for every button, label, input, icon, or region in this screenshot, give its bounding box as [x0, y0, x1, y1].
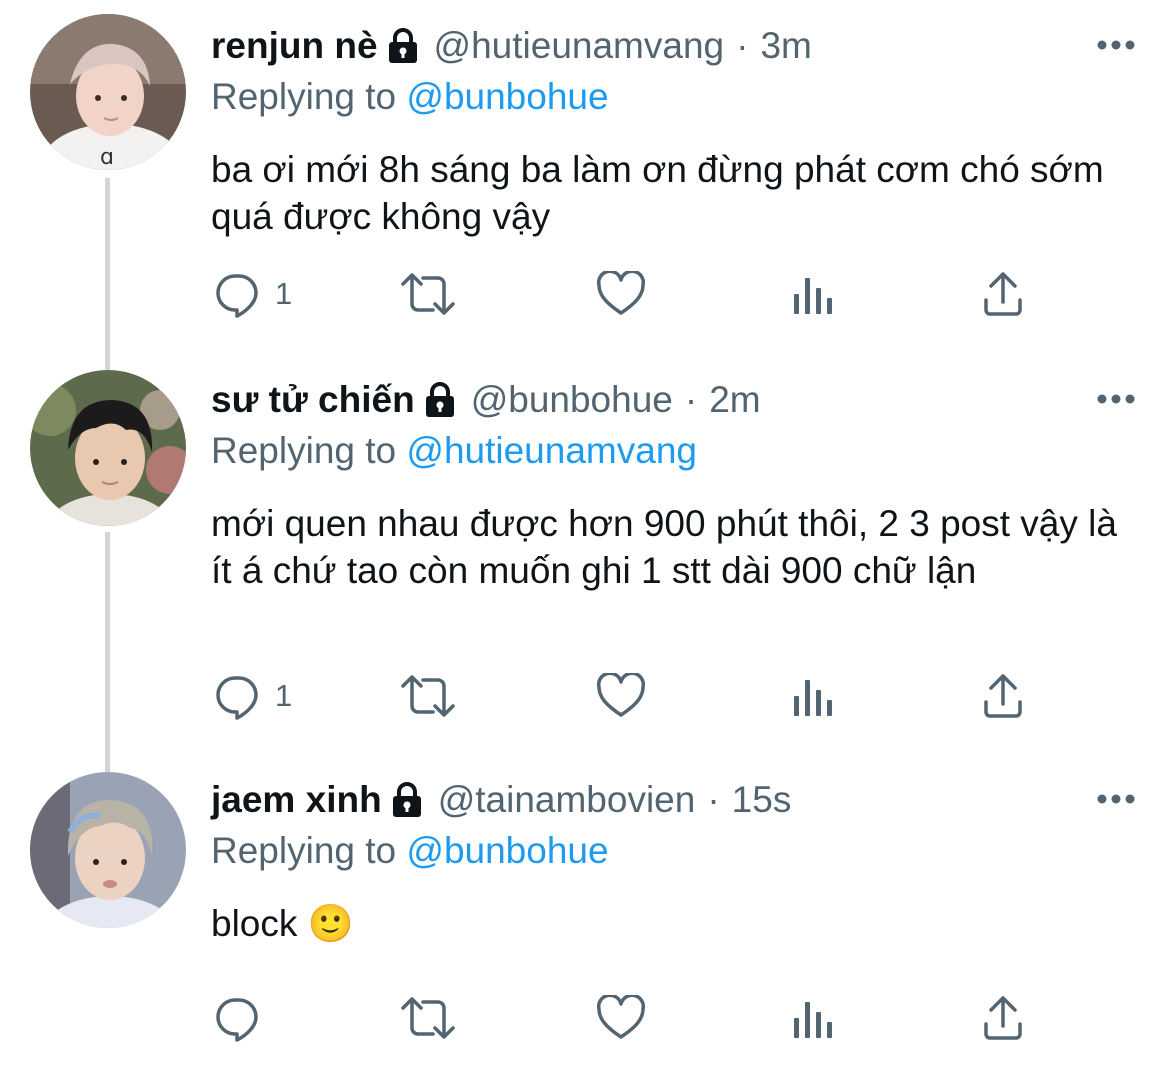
more-icon[interactable]: [1096, 38, 1136, 50]
lock-icon: [390, 781, 424, 819]
timestamp[interactable]: 3m: [760, 25, 811, 67]
mention-link[interactable]: @hutieunamvang: [406, 430, 697, 471]
lock-icon: [423, 381, 457, 419]
reply-button[interactable]: 1: [213, 264, 292, 324]
tweet-header: renjun nè @hutieunamvang · 3m: [211, 20, 1140, 72]
share-button[interactable]: [981, 666, 1025, 726]
analytics-icon: [791, 672, 835, 720]
tweet-header: sư tử chiến @bunbohue · 2m: [211, 374, 1140, 426]
display-name[interactable]: sư tử chiến: [211, 379, 415, 421]
like-button[interactable]: [596, 264, 646, 324]
like-button[interactable]: [596, 666, 646, 726]
action-bar: 1: [211, 666, 1061, 726]
separator-dot: ·: [736, 25, 749, 66]
mention-link[interactable]: @bunbohue: [406, 76, 608, 117]
tweet-header: jaem xinh @tainambovien · 15s: [211, 774, 1140, 826]
display-name[interactable]: renjun nè: [211, 25, 378, 67]
share-icon: [981, 672, 1025, 720]
handle[interactable]: @bunbohue: [471, 379, 673, 421]
share-icon: [981, 994, 1025, 1042]
action-bar: [211, 988, 1061, 1048]
handle[interactable]: @tainambovien: [438, 779, 696, 821]
retweet-icon: [399, 270, 457, 318]
retweet-button[interactable]: [399, 666, 457, 726]
action-bar: 1: [211, 264, 1061, 324]
handle[interactable]: @hutieunamvang: [434, 25, 725, 67]
display-name[interactable]: jaem xinh: [211, 779, 382, 821]
avatar[interactable]: ɑ: [30, 14, 186, 170]
analytics-icon: [791, 270, 835, 318]
svg-text:ɑ: ɑ: [100, 145, 114, 170]
tweet[interactable]: jaem xinh @tainambovien · 15s Replying t…: [0, 760, 1170, 1067]
reply-icon: [213, 672, 261, 720]
reply-button[interactable]: [213, 988, 275, 1048]
like-button[interactable]: [596, 988, 646, 1048]
reply-count: 1: [275, 678, 293, 713]
more-icon[interactable]: [1096, 792, 1136, 804]
heart-icon: [596, 995, 646, 1041]
replying-to: Replying to @hutieunamvang: [211, 426, 1140, 476]
mention-link[interactable]: @bunbohue: [406, 830, 608, 871]
avatar[interactable]: [30, 370, 186, 526]
reply-button[interactable]: 1: [213, 666, 292, 726]
retweet-button[interactable]: [399, 264, 457, 324]
timestamp[interactable]: 2m: [709, 379, 760, 421]
tweet[interactable]: ɑ renjun nè @hutieunamvang · 3m Replying…: [0, 0, 1170, 360]
lock-icon: [386, 27, 420, 65]
timestamp[interactable]: 15s: [732, 779, 792, 821]
retweet-button[interactable]: [399, 988, 457, 1048]
heart-icon: [596, 271, 646, 317]
tweet-text: block 🙂: [211, 903, 354, 944]
retweet-icon: [399, 994, 457, 1042]
replying-prefix: Replying to: [211, 830, 397, 871]
replying-to: Replying to @bunbohue: [211, 826, 1140, 876]
replying-to: Replying to @bunbohue: [211, 72, 1140, 122]
reply-icon: [213, 994, 261, 1042]
more-icon[interactable]: [1096, 392, 1136, 404]
tweet-text: ba ơi mới 8h sáng ba làm ơn đừng phát cơ…: [211, 149, 1104, 237]
retweet-icon: [399, 672, 457, 720]
analytics-icon: [791, 994, 835, 1042]
tweet[interactable]: sư tử chiến @bunbohue · 2m Replying to @…: [0, 360, 1170, 760]
separator-dot: ·: [684, 379, 698, 420]
tweet-text: mới quen nhau được hơn 900 phút thôi, 2 …: [211, 503, 1117, 591]
avatar[interactable]: [30, 772, 186, 928]
reply-icon: [213, 270, 261, 318]
share-button[interactable]: [981, 988, 1025, 1048]
analytics-button[interactable]: [791, 666, 835, 726]
replying-prefix: Replying to: [211, 76, 397, 117]
analytics-button[interactable]: [791, 988, 835, 1048]
share-icon: [981, 270, 1025, 318]
replying-prefix: Replying to: [211, 430, 397, 471]
reply-count: 1: [275, 276, 293, 311]
share-button[interactable]: [981, 264, 1025, 324]
separator-dot: ·: [707, 779, 720, 820]
analytics-button[interactable]: [791, 264, 835, 324]
heart-icon: [596, 673, 646, 719]
